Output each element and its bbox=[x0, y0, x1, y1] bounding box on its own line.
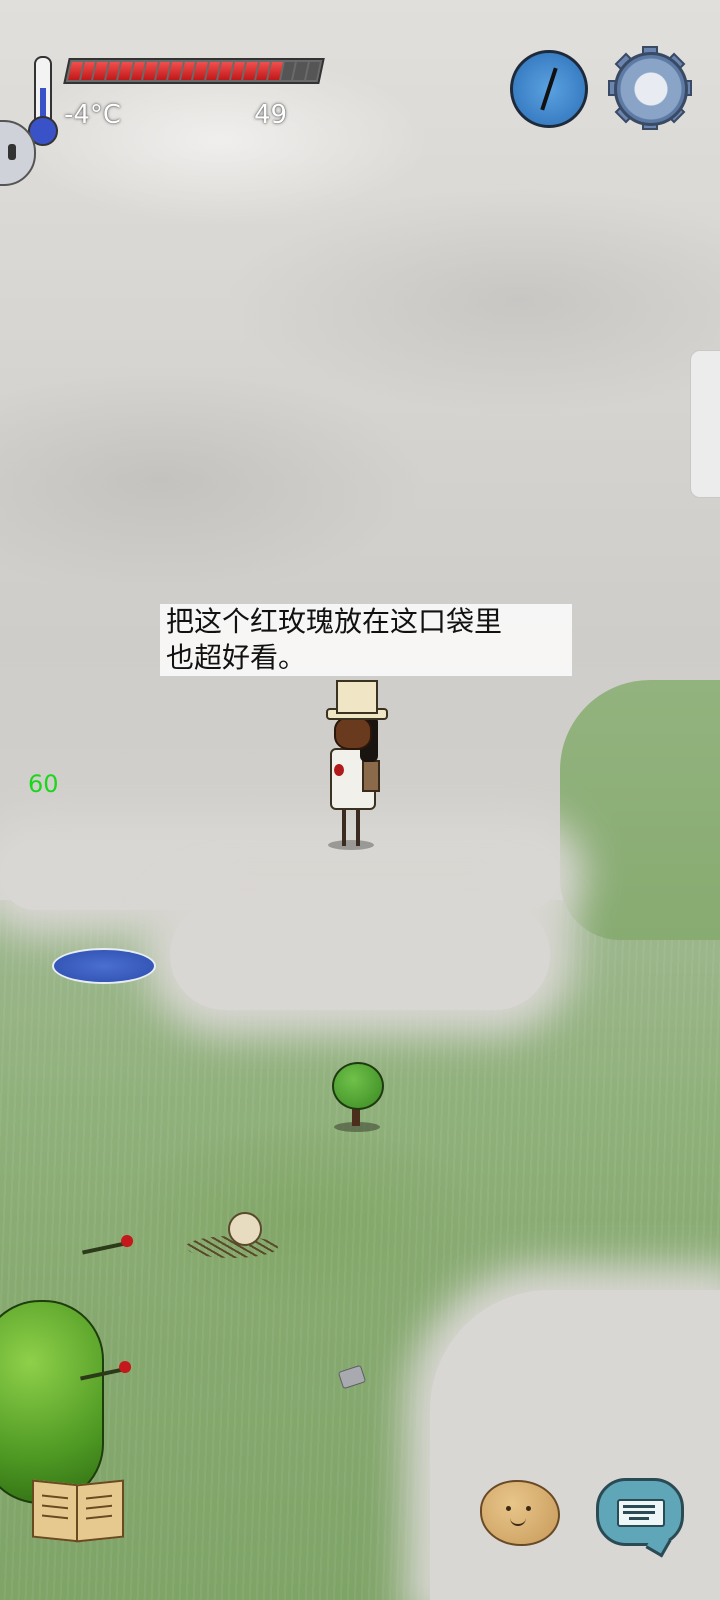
potato-smile bbox=[510, 1516, 526, 1526]
settings-gear-icon bbox=[614, 52, 688, 126]
temperature-readout: -4°C bbox=[64, 100, 122, 130]
fog-patch bbox=[170, 900, 550, 1010]
speech-bubble: 把这个红玫瑰放在这口袋里 也超好看。 bbox=[160, 604, 572, 676]
tech-tree-book-button[interactable] bbox=[30, 1478, 124, 1543]
potato-eye bbox=[506, 1506, 511, 1511]
compass-icon bbox=[540, 67, 558, 111]
rose-in-pocket bbox=[334, 764, 344, 776]
player-character[interactable] bbox=[322, 680, 388, 852]
compass-button[interactable] bbox=[510, 50, 588, 128]
player-leg bbox=[342, 806, 346, 846]
speech-line: 也超好看。 bbox=[166, 641, 307, 674]
book-page bbox=[76, 1479, 124, 1543]
thermometer-icon bbox=[26, 56, 58, 146]
food-health-bar bbox=[63, 58, 325, 84]
berry-bush[interactable] bbox=[0, 1300, 104, 1504]
player-bag bbox=[362, 760, 380, 792]
keyboard-chat-button[interactable] bbox=[596, 1478, 684, 1558]
potato-eye bbox=[526, 1506, 531, 1511]
grassland-edge bbox=[560, 680, 720, 940]
health-segment bbox=[305, 62, 320, 80]
settings-button[interactable] bbox=[608, 46, 692, 130]
edge-panel-handle[interactable] bbox=[690, 350, 720, 498]
top-hat bbox=[336, 680, 378, 714]
speech-line: 把这个红玫瑰放在这口袋里 bbox=[166, 605, 503, 638]
player-leg bbox=[356, 806, 360, 846]
sapling-tree[interactable] bbox=[330, 1062, 384, 1134]
book-page bbox=[32, 1479, 80, 1543]
age-counter: 49 bbox=[254, 100, 288, 130]
tree-crown bbox=[332, 1062, 384, 1110]
fps-counter: 60 bbox=[28, 770, 59, 798]
frozen-pond[interactable] bbox=[52, 948, 156, 984]
rabbit bbox=[228, 1212, 262, 1246]
player-head bbox=[334, 716, 372, 750]
emote-potato-button[interactable] bbox=[480, 1480, 560, 1546]
rabbit-burrow[interactable] bbox=[186, 1206, 278, 1260]
side-menu-icon bbox=[8, 144, 16, 160]
game-world[interactable]: 把这个红玫瑰放在这口袋里 也超好看。 60 bbox=[0, 0, 720, 1600]
keyboard-icon bbox=[617, 1499, 665, 1527]
fog-patch bbox=[430, 1290, 720, 1600]
player-shadow bbox=[328, 840, 374, 850]
